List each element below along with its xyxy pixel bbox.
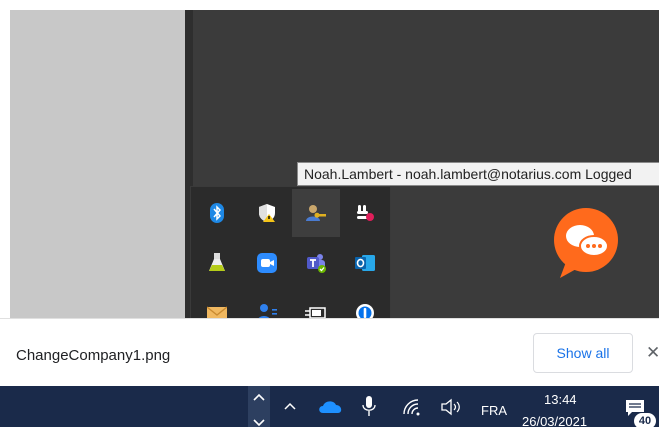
zoom-icon[interactable] — [243, 239, 291, 287]
tray-chevron-up-icon[interactable] — [282, 398, 298, 419]
windows-security-icon[interactable] — [243, 189, 291, 237]
flask-icon[interactable] — [193, 239, 241, 287]
notification-count-badge: 40 — [634, 413, 656, 427]
show-all-button[interactable]: Show all — [533, 333, 633, 373]
chat-widget-button[interactable] — [552, 206, 622, 282]
volume-icon[interactable] — [440, 398, 462, 421]
taskbar: FRA 13:44 26/03/2021 40 — [0, 386, 659, 427]
show-hidden-icons-button[interactable] — [248, 386, 270, 427]
chat-bubble-icon — [554, 208, 618, 278]
clock-date: 26/03/2021 — [522, 414, 588, 427]
input-language[interactable]: FRA — [481, 403, 507, 418]
microphone-icon[interactable] — [362, 396, 376, 423]
close-icon[interactable]: ✕ — [646, 343, 659, 363]
outlook-icon[interactable] — [341, 239, 389, 287]
clock-time: 13:44 — [544, 392, 577, 407]
download-filename[interactable]: ChangeCompany1.png — [16, 347, 170, 364]
wifi-icon[interactable] — [402, 398, 422, 421]
download-bar: ChangeCompany1.png Show all ✕ — [0, 318, 659, 386]
teams-icon[interactable] — [292, 239, 340, 287]
left-gray-panel — [10, 10, 186, 318]
onedrive-icon[interactable] — [318, 400, 344, 419]
bluetooth-icon[interactable] — [193, 189, 241, 237]
chevron-up-icon — [253, 393, 265, 427]
credential-manager-icon[interactable] — [292, 189, 340, 237]
tray-icon-tooltip: Noah.Lambert - noah.lambert@notarius.com… — [297, 162, 659, 186]
slack-icon[interactable] — [341, 189, 389, 237]
